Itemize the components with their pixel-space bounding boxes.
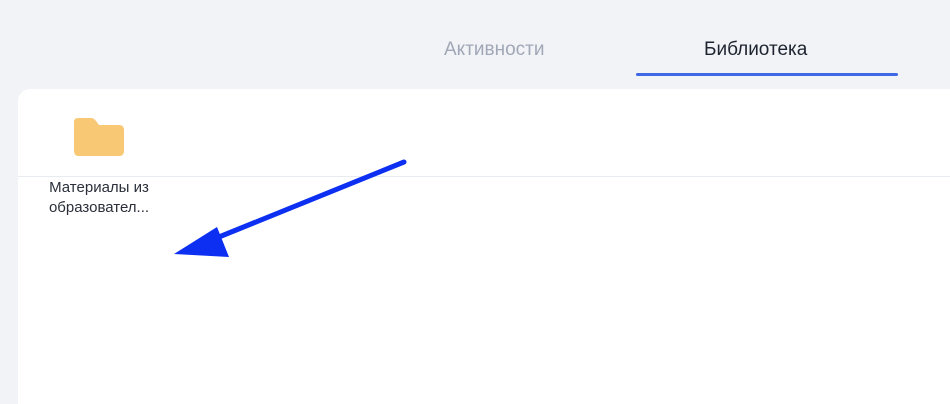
folder-label-line1: Материалы из xyxy=(49,179,149,196)
folder-label: Материалы из образовател... xyxy=(20,178,178,218)
folder-label-line2: образовател... xyxy=(48,199,150,216)
active-tab-indicator xyxy=(636,73,898,76)
folder-icon xyxy=(74,118,124,156)
folder-item[interactable]: Материалы из образовател... xyxy=(20,114,180,224)
page: Активности Библиотека Материалы из образ… xyxy=(0,0,950,404)
tab-library[interactable]: Библиотека xyxy=(704,38,807,62)
tab-activities[interactable]: Активности xyxy=(444,38,544,62)
tab-bar: Активности Библиотека xyxy=(0,0,950,78)
